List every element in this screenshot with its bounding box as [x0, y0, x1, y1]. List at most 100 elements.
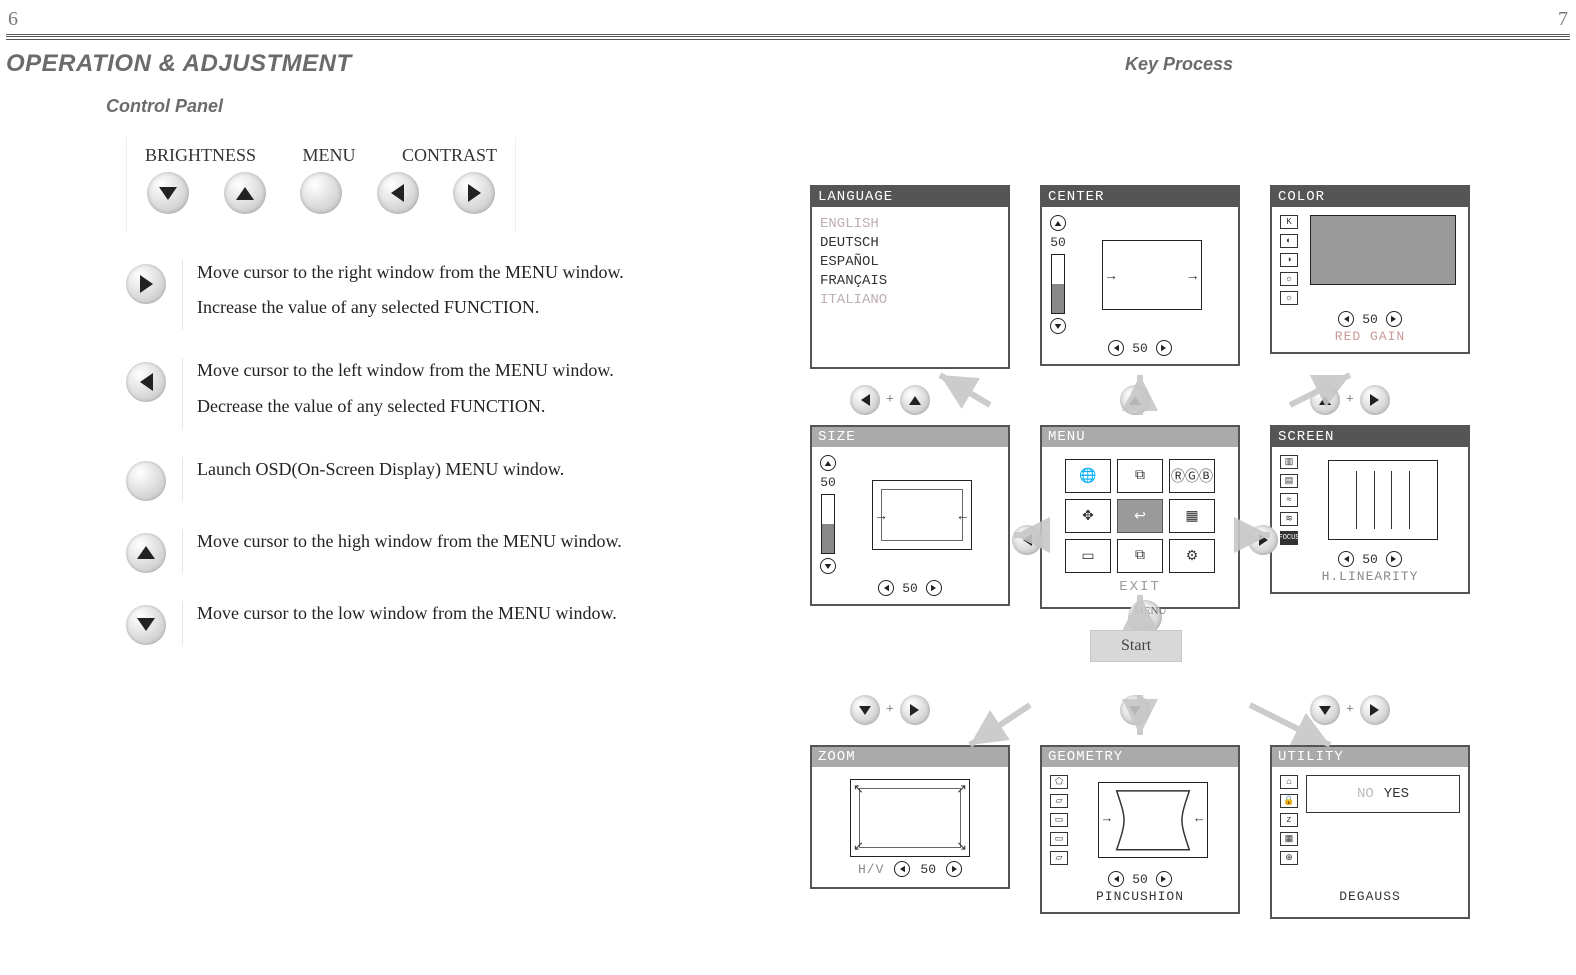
- down-arrow-button: [850, 695, 880, 725]
- yes-label: YES: [1384, 786, 1409, 802]
- left-arrow-button: [126, 362, 166, 402]
- plus-icon: +: [886, 702, 894, 718]
- nav-left: [1012, 525, 1042, 555]
- menu-button-icon: [126, 461, 166, 501]
- list-item: ENGLISH: [820, 215, 1000, 234]
- label-menu: MENU: [303, 145, 356, 166]
- right-icon: [946, 861, 962, 877]
- color-preview: [1310, 215, 1456, 285]
- left-icon: [894, 861, 910, 877]
- label-contrast: CONTRAST: [402, 145, 497, 166]
- value: 50: [1050, 235, 1066, 250]
- triangle-left-icon: [140, 373, 153, 391]
- left-page: OPERATION & ADJUSTMENT Control Panel BRI…: [6, 44, 776, 964]
- osd-sublabel: RED GAIN: [1280, 329, 1460, 344]
- geometry-icon-column: ⬠▱▭▭▱: [1050, 775, 1068, 865]
- osd-title: UTILITY: [1272, 747, 1468, 767]
- osd-title: ZOOM: [812, 747, 1008, 767]
- description-row: Move cursor to the low window from the M…: [116, 601, 776, 645]
- screen-preview: ↖↗ ↙↘: [850, 779, 970, 857]
- nav-combo-down-right: +: [850, 695, 930, 725]
- no-label: NO: [1357, 786, 1374, 802]
- screen-icon-column: ▥▤≈≋FOCUS: [1280, 455, 1298, 545]
- section-heading: OPERATION & ADJUSTMENT: [6, 50, 776, 78]
- triangle-up-icon: [137, 546, 155, 559]
- down-arrow-button: [1310, 695, 1340, 725]
- control-panel-illustration: BRIGHTNESS MENU CONTRAST: [126, 137, 516, 232]
- description-row: Move cursor to the high window from the …: [116, 529, 776, 573]
- nav-down: [1120, 695, 1150, 725]
- down-icon: [1050, 318, 1066, 334]
- list-item: ITALIANO: [820, 291, 1000, 310]
- description-text: Decrease the value of any selected FUNCT…: [197, 394, 614, 419]
- nav-combo-up-right: +: [1310, 385, 1390, 415]
- screen-preview: → ←: [1098, 782, 1208, 858]
- yes-no-box: NO YES: [1306, 775, 1460, 813]
- brightness-up-button[interactable]: [224, 172, 266, 214]
- exit-label: EXIT: [1050, 579, 1230, 595]
- v-slider: [821, 494, 835, 554]
- menu-button-label: MENU: [1134, 605, 1166, 617]
- plus-icon: +: [886, 392, 894, 408]
- contrast-down-button[interactable]: [377, 172, 419, 214]
- menu-button[interactable]: [300, 172, 342, 214]
- osd-utility: UTILITY ⌂🔒z▦⊕ NO YES DEGAUSS: [1270, 745, 1470, 919]
- osd-sublabel: H.LINEARITY: [1280, 569, 1460, 584]
- left-icon: [1108, 871, 1124, 887]
- osd-sublabel: PINCUSHION: [1050, 889, 1230, 904]
- right-icon: [1386, 551, 1402, 567]
- osd-title: MENU: [1042, 427, 1238, 447]
- label-brightness: BRIGHTNESS: [145, 145, 256, 166]
- osd-language: LANGUAGE ENGLISH DEUTSCH ESPAÑOL FRANÇAI…: [810, 185, 1010, 369]
- brightness-down-button[interactable]: [147, 172, 189, 214]
- key-process-heading: Key Process: [790, 54, 1568, 75]
- left-icon: [878, 580, 894, 596]
- utility-icon-column: ⌂🔒z▦⊕: [1280, 775, 1298, 865]
- description-row: Move cursor to the right window from the…: [116, 260, 776, 330]
- value: 50: [1132, 341, 1148, 356]
- subsection-heading: Control Panel: [106, 96, 776, 117]
- description-text: Move cursor to the low window from the M…: [197, 601, 617, 626]
- triangle-down-icon: [137, 618, 155, 631]
- plus-icon: +: [1346, 702, 1354, 718]
- nav-combo-down-right-2: +: [1310, 695, 1390, 725]
- right-arrow-button: [1360, 385, 1390, 415]
- v-slider: [1051, 254, 1065, 314]
- color-icon-column: K◐◑☼☼: [1280, 215, 1298, 305]
- down-arrow-button: [126, 605, 166, 645]
- right-icon: [1386, 311, 1402, 327]
- triangle-up-icon: [236, 187, 254, 200]
- triangle-left-icon: [391, 184, 404, 202]
- value: 50: [1132, 872, 1148, 887]
- triangle-right-icon: [140, 275, 153, 293]
- plus-icon: +: [1346, 392, 1354, 408]
- description-text: Increase the value of any selected FUNCT…: [197, 295, 624, 320]
- value: 50: [920, 862, 936, 877]
- contrast-up-button[interactable]: [453, 172, 495, 214]
- osd-color: COLOR K◐◑☼☼ 50 RED GAIN: [1270, 185, 1470, 354]
- osd-screen: SCREEN ▥▤≈≋FOCUS 50: [1270, 425, 1470, 594]
- screen-preview: [1328, 460, 1438, 540]
- right-arrow-button: [1248, 525, 1278, 555]
- description-row: Move cursor to the left window from the …: [116, 358, 776, 428]
- osd-sublabel: H/V: [858, 862, 884, 877]
- menu-icon-grid: 🌐⧉ⓇⒼⒷ ✥↩▦ ▭⧉⚙: [1050, 455, 1230, 573]
- osd-size: SIZE 50 → ← 5: [810, 425, 1010, 606]
- osd-zoom: ZOOM ↖↗ ↙↘ H/V 50: [810, 745, 1010, 889]
- up-arrow-button: [1310, 385, 1340, 415]
- osd-title: CENTER: [1042, 187, 1238, 207]
- key-process-diagram: LANGUAGE ENGLISH DEUTSCH ESPAÑOL FRANÇAI…: [790, 95, 1550, 975]
- down-arrow-button: [1120, 695, 1150, 725]
- list-item: ESPAÑOL: [820, 253, 1000, 272]
- osd-title: GEOMETRY: [1042, 747, 1238, 767]
- nav-right: [1248, 525, 1278, 555]
- osd-sublabel: DEGAUSS: [1280, 889, 1460, 904]
- osd-title: COLOR: [1272, 187, 1468, 207]
- osd-menu: MENU 🌐⧉ⓇⒼⒷ ✥↩▦ ▭⧉⚙ EXIT: [1040, 425, 1240, 609]
- osd-center: CENTER 50 → → 50: [1040, 185, 1240, 366]
- left-arrow-button: [1012, 525, 1042, 555]
- up-arrow-button: [900, 385, 930, 415]
- description-text: Launch OSD(On-Screen Display) MENU windo…: [197, 457, 564, 482]
- osd-title: LANGUAGE: [812, 187, 1008, 207]
- up-icon: [1050, 215, 1066, 231]
